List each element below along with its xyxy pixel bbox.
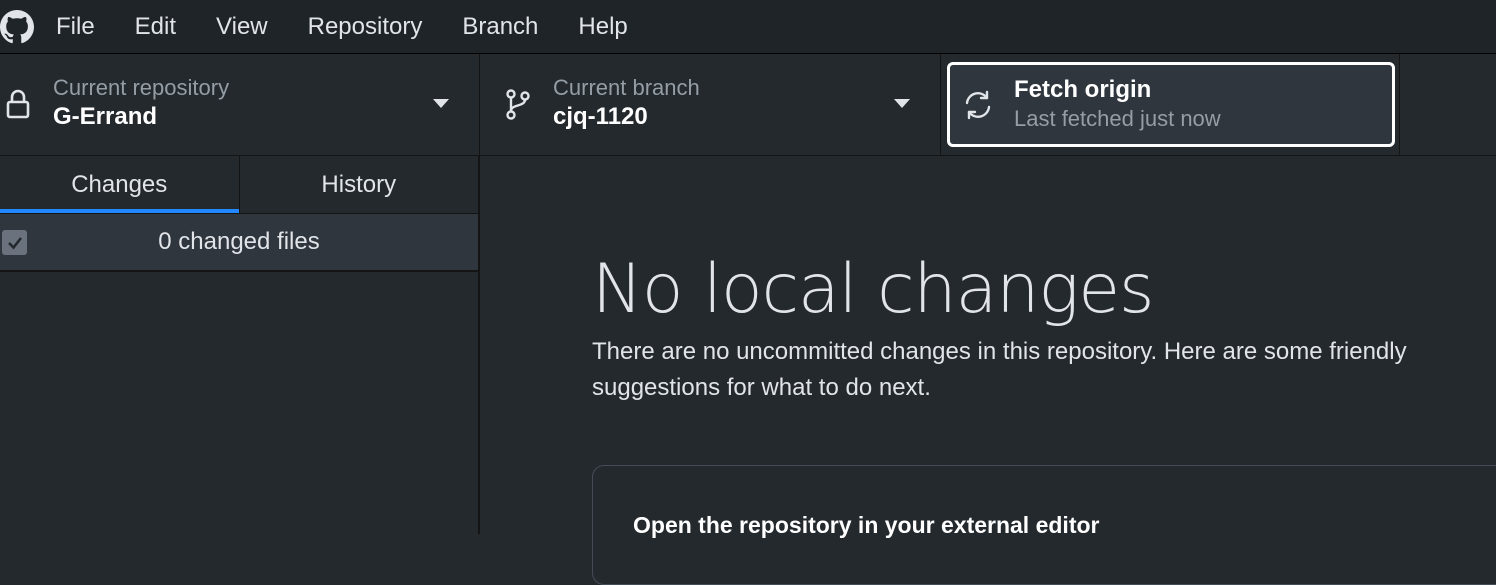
menu-bar: File Edit View Repository Branch Help: [0, 0, 1496, 54]
changed-files-count: 0 changed files: [158, 228, 320, 255]
fetch-text: Fetch origin Last fetched just now: [1014, 75, 1221, 133]
repository-description: Current repository: [53, 75, 230, 100]
menu-branch[interactable]: Branch: [442, 0, 558, 54]
page-description: There are no uncommitted changes in this…: [592, 338, 1407, 401]
sidebar: Changes History 0 changed files: [0, 156, 480, 534]
suggestion-title: Open the repository in your external edi…: [633, 512, 1100, 538]
sidebar-tabs: Changes History: [0, 156, 478, 214]
branch-description: Current branch: [553, 75, 700, 100]
fetch-description: Last fetched just now: [1014, 106, 1221, 131]
github-logo-icon: [0, 0, 36, 54]
chevron-down-icon: [433, 99, 449, 108]
current-branch-button[interactable]: Current branch cjq-1120: [480, 54, 941, 155]
tab-history[interactable]: History: [240, 156, 479, 213]
lock-icon: [2, 86, 34, 122]
menu-help[interactable]: Help: [558, 0, 647, 54]
git-branch-icon: [502, 86, 534, 122]
page-title: No local changes: [592, 250, 1154, 329]
fetch-title: Fetch origin: [1014, 76, 1152, 103]
suggestion-card: Open the repository in your external edi…: [592, 465, 1496, 585]
fetch-origin-button[interactable]: Fetch origin Last fetched just now: [947, 62, 1395, 147]
menu-file[interactable]: File: [36, 0, 115, 54]
select-all-checkbox[interactable]: [2, 230, 27, 255]
main-panel: No local changes There are no uncommitte…: [482, 156, 1496, 585]
chevron-down-icon: [894, 99, 910, 108]
changes-header: 0 changed files: [0, 214, 478, 272]
branch-name: cjq-1120: [553, 103, 648, 130]
current-repository-button[interactable]: Current repository G-Errand: [0, 54, 480, 155]
branch-text: Current branch cjq-1120: [553, 74, 700, 132]
menu-repository[interactable]: Repository: [288, 0, 443, 54]
menu-edit[interactable]: Edit: [115, 0, 196, 54]
tab-changes[interactable]: Changes: [0, 156, 240, 213]
check-icon: [7, 236, 22, 249]
repository-text: Current repository G-Errand: [53, 74, 229, 132]
sync-icon: [962, 87, 994, 123]
fetch-origin-section: Fetch origin Last fetched just now: [941, 54, 1400, 155]
toolbar: Current repository G-Errand Current bran…: [0, 54, 1496, 156]
menu-view[interactable]: View: [196, 0, 288, 54]
repository-name: G-Errand: [53, 103, 158, 130]
